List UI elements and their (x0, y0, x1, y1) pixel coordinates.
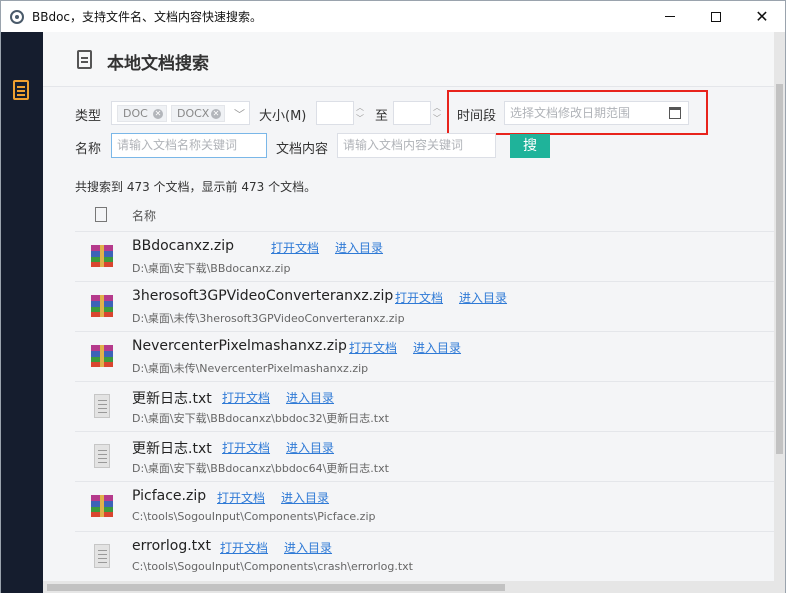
app-logo-icon (10, 9, 24, 24)
file-icon (95, 207, 107, 222)
content-search-placeholder: 请输入文档内容关键词 (343, 138, 464, 152)
text-file-icon (94, 394, 110, 418)
type-tag-docx: DOCX ✕ (171, 105, 225, 122)
size-max-input[interactable]: ︿ ﹀ (393, 101, 441, 125)
open-document-link[interactable]: 打开文档 (395, 289, 443, 306)
type-multiselect[interactable]: DOC ✕ DOCX ✕ ﹀ (111, 101, 250, 125)
open-document-link[interactable]: 打开文档 (271, 239, 319, 256)
sidebar (1, 32, 43, 593)
result-file-path: D:\桌面\未传\3herosoft3GPVideoConverteranxz.… (132, 312, 405, 325)
vertical-scroll-thumb[interactable] (776, 84, 783, 454)
result-row: NevercenterPixelmashanxz.zip 打开文档 进入目录 D… (75, 332, 774, 382)
type-tag-label: DOC (123, 107, 148, 120)
result-row: Picface.zip 打开文档 进入目录 C:\tools\SogouInpu… (75, 482, 774, 532)
open-document-link[interactable]: 打开文档 (349, 339, 397, 356)
result-row: BBdocanxz.zip 打开文档 进入目录 D:\桌面\安下载\BBdoca… (75, 232, 774, 282)
size-min-input[interactable]: ︿ ﹀ (316, 101, 364, 125)
text-file-icon (94, 444, 110, 468)
horizontal-scrollbar[interactable] (43, 581, 785, 593)
remove-tag-icon[interactable]: ✕ (211, 109, 221, 119)
open-directory-link[interactable]: 进入目录 (286, 389, 334, 406)
horizontal-scroll-thumb[interactable] (47, 584, 505, 591)
open-document-link[interactable]: 打开文档 (222, 439, 270, 456)
name-label: 名称 (75, 142, 102, 157)
text-file-icon (94, 544, 110, 568)
result-file-path: D:\桌面\安下载\BBdocanxz.zip (132, 262, 291, 275)
result-file-name: errorlog.txt (132, 538, 211, 554)
result-file-path: D:\桌面\安下载\BBdocanxz\bbdoc64\更新日志.txt (132, 462, 389, 475)
search-button[interactable]: 搜 (510, 134, 550, 158)
close-button[interactable]: ✕ (739, 1, 785, 32)
app-window: BBdoc，支持文件名、文档内容快速搜索。 ✕ 本地文档搜索 类型 DOC ✕ … (0, 0, 786, 593)
size-to-label: 至 (375, 109, 389, 124)
type-label: 类型 (75, 109, 102, 124)
open-document-link[interactable]: 打开文档 (222, 389, 270, 406)
type-tag-doc: DOC ✕ (117, 105, 167, 122)
result-file-name: NevercenterPixelmashanxz.zip (132, 338, 347, 354)
column-header-name: 名称 (132, 209, 157, 223)
results-table-header: 名称 (75, 202, 774, 232)
name-search-input[interactable]: 请输入文档名称关键词 (111, 133, 267, 158)
page-header: 本地文档搜索 (43, 32, 774, 87)
title-bar: BBdoc，支持文件名、文档内容快速搜索。 ✕ (1, 1, 785, 32)
size-max-stepper[interactable]: ︿ ﹀ (432, 102, 442, 126)
window-title: BBdoc，支持文件名、文档内容快速搜索。 (32, 10, 263, 24)
result-file-name: 3herosoft3GPVideoConverteranxz.zip (132, 288, 394, 304)
sidebar-item-document-search[interactable] (13, 80, 29, 100)
zip-archive-icon (91, 345, 113, 367)
result-file-path: D:\桌面\未传\NevercenterPixelmashanxz.zip (132, 362, 369, 375)
maximize-button[interactable] (693, 1, 739, 32)
open-directory-link[interactable]: 进入目录 (459, 289, 507, 306)
open-directory-link[interactable]: 进入目录 (335, 239, 383, 256)
size-min-stepper[interactable]: ︿ ﹀ (355, 102, 365, 126)
result-row: 3herosoft3GPVideoConverteranxz.zip 打开文档 … (75, 282, 774, 332)
page-title: 本地文档搜索 (107, 54, 209, 74)
name-search-placeholder: 请输入文档名称关键词 (117, 138, 238, 152)
close-icon: ✕ (755, 7, 769, 26)
result-file-path: D:\桌面\安下载\BBdocanxz\bbdoc32\更新日志.txt (132, 412, 389, 425)
open-directory-link[interactable]: 进入目录 (281, 489, 329, 506)
chevron-down-icon[interactable]: ﹀ (234, 106, 245, 122)
result-row: 更新日志.txt 打开文档 进入目录 D:\桌面\安下载\BBdocanxz\b… (75, 382, 774, 432)
result-row: errorlog.txt 打开文档 进入目录 C:\tools\SogouInp… (75, 532, 774, 582)
content-area: 本地文档搜索 类型 DOC ✕ DOCX ✕ ﹀ 大小(M) ︿ ﹀ 至 ︿ ﹀… (43, 32, 774, 582)
result-row: 更新日志.txt 打开文档 进入目录 D:\桌面\安下载\BBdocanxz\b… (75, 432, 774, 482)
size-label: 大小(M) (259, 109, 307, 124)
minimize-icon (665, 16, 675, 17)
open-directory-link[interactable]: 进入目录 (413, 339, 461, 356)
zip-archive-icon (91, 245, 113, 267)
results-summary: 共搜索到 473 个文档，显示前 473 个文档。 (75, 180, 317, 194)
result-file-name: 更新日志.txt (132, 441, 212, 457)
zip-archive-icon (91, 295, 113, 317)
annotation-highlight-box (447, 90, 708, 135)
type-tag-label: DOCX (177, 107, 210, 120)
result-file-name: BBdocanxz.zip (132, 238, 235, 254)
vertical-scrollbar[interactable] (774, 32, 785, 581)
open-directory-link[interactable]: 进入目录 (284, 539, 332, 556)
result-file-path: C:\tools\SogouInput\Components\Picface.z… (132, 510, 376, 523)
maximize-icon (711, 11, 721, 22)
content-search-input[interactable]: 请输入文档内容关键词 (337, 133, 496, 158)
result-file-name: 更新日志.txt (132, 391, 212, 407)
open-document-link[interactable]: 打开文档 (217, 489, 265, 506)
open-directory-link[interactable]: 进入目录 (286, 439, 334, 456)
main-panel: 本地文档搜索 类型 DOC ✕ DOCX ✕ ﹀ 大小(M) ︿ ﹀ 至 ︿ ﹀… (43, 32, 785, 593)
minimize-button[interactable] (647, 1, 693, 32)
result-file-name: Picface.zip (132, 488, 207, 504)
document-icon (77, 50, 92, 69)
zip-archive-icon (91, 495, 113, 517)
open-document-link[interactable]: 打开文档 (220, 539, 268, 556)
result-file-path: C:\tools\SogouInput\Components\crash\err… (132, 560, 413, 573)
content-label: 文档内容 (276, 142, 329, 157)
remove-tag-icon[interactable]: ✕ (153, 109, 163, 119)
